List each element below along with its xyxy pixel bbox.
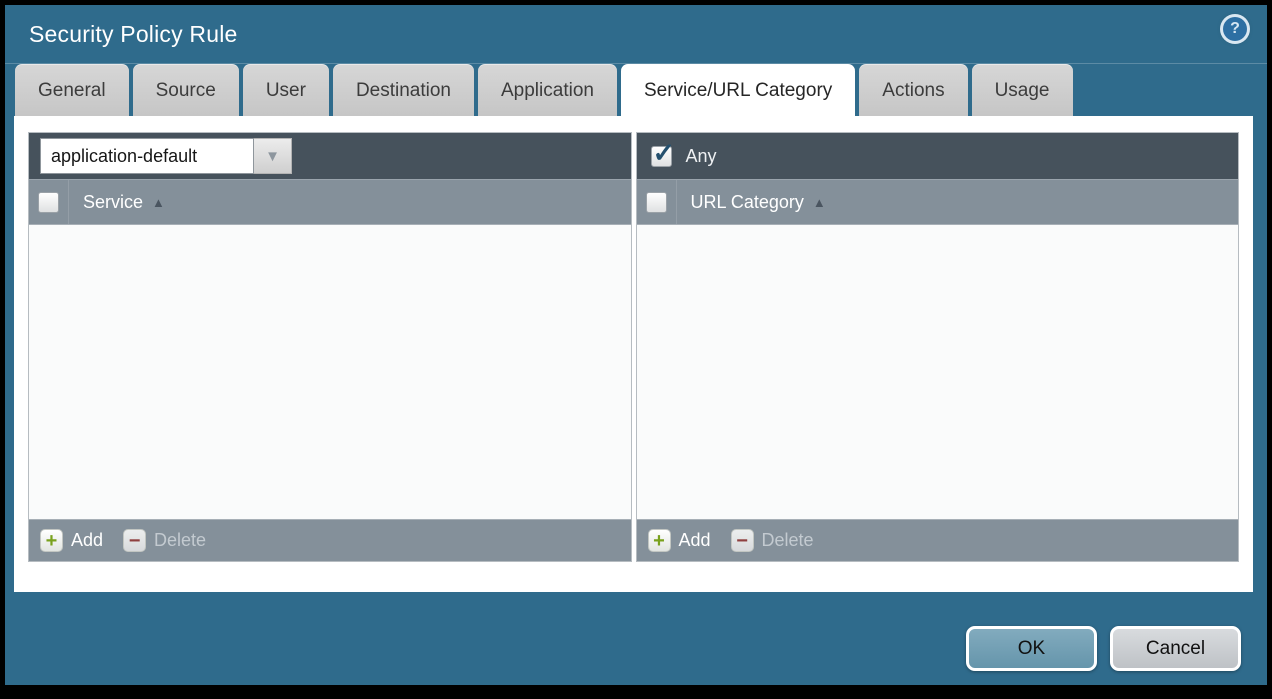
add-icon: + <box>648 529 671 552</box>
dialog-button-row: OK Cancel <box>966 626 1241 671</box>
service-column-label[interactable]: Service <box>83 192 143 213</box>
tab-actions[interactable]: Actions <box>859 64 967 116</box>
tab-source[interactable]: Source <box>133 64 239 116</box>
ok-button[interactable]: OK <box>966 626 1097 671</box>
service-type-dropdown-value[interactable]: application-default <box>40 138 254 174</box>
service-panel-header: application-default ▼ <box>29 133 631 179</box>
service-panel-footer: + Add − Delete <box>29 519 631 561</box>
tab-user[interactable]: User <box>243 64 329 116</box>
service-panel: application-default ▼ Service ▲ <box>28 132 632 562</box>
sort-asc-icon: ▲ <box>152 196 165 209</box>
delete-icon: − <box>731 529 754 552</box>
url-category-column-header: URL Category ▲ <box>637 179 1239 225</box>
service-select-all-checkbox[interactable] <box>38 192 59 213</box>
help-icon[interactable]: ? <box>1223 17 1247 41</box>
tab-destination[interactable]: Destination <box>333 64 474 116</box>
any-label: Any <box>686 146 717 167</box>
url-category-select-all-cell <box>637 180 677 224</box>
delete-icon: − <box>123 529 146 552</box>
tab-bar: General Source User Destination Applicat… <box>5 63 1267 116</box>
url-category-panel-footer: + Add − Delete <box>637 519 1239 561</box>
service-select-all-cell <box>29 180 69 224</box>
security-policy-rule-dialog: Security Policy Rule ? General Source Us… <box>5 5 1267 685</box>
url-category-select-all-checkbox[interactable] <box>646 192 667 213</box>
page-title: Security Policy Rule <box>29 21 238 48</box>
url-category-column-label[interactable]: URL Category <box>691 192 804 213</box>
service-type-dropdown[interactable]: application-default ▼ <box>40 138 292 174</box>
tab-content: application-default ▼ Service ▲ <box>14 116 1253 592</box>
service-add-button[interactable]: + Add <box>40 529 103 552</box>
service-delete-button[interactable]: − Delete <box>123 529 206 552</box>
titlebar: Security Policy Rule ? <box>5 5 1267 63</box>
tab-application[interactable]: Application <box>478 64 617 116</box>
url-category-add-button[interactable]: + Add <box>648 529 711 552</box>
url-category-panel-header: Any <box>637 133 1239 179</box>
service-list <box>29 225 631 519</box>
tab-service-url-category[interactable]: Service/URL Category <box>621 64 855 116</box>
sort-asc-icon: ▲ <box>813 196 826 209</box>
url-category-delete-button[interactable]: − Delete <box>731 529 814 552</box>
url-category-list <box>637 225 1239 519</box>
add-icon: + <box>40 529 63 552</box>
url-category-panel: Any URL Category ▲ + Add − <box>636 132 1240 562</box>
service-type-dropdown-button[interactable]: ▼ <box>254 138 292 174</box>
tab-general[interactable]: General <box>15 64 129 116</box>
any-checkbox[interactable] <box>651 146 672 167</box>
service-column-header: Service ▲ <box>29 179 631 225</box>
tab-usage[interactable]: Usage <box>972 64 1073 116</box>
chevron-down-icon: ▼ <box>265 148 280 165</box>
cancel-button[interactable]: Cancel <box>1110 626 1241 671</box>
